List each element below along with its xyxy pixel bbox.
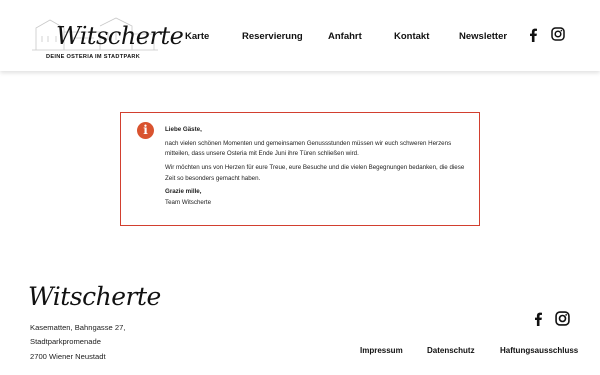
nav-reservierung[interactable]: Reservierung — [242, 31, 303, 42]
footer-facebook-icon[interactable] — [533, 311, 543, 332]
notice-closing: Grazie mille, — [165, 188, 202, 196]
address-line-1: Kasematten, Bahngasse 27, — [30, 323, 126, 332]
nav-newsletter[interactable]: Newsletter — [459, 31, 507, 42]
footer-logo[interactable]: Witscherte — [28, 282, 161, 311]
footer-link-haftungsausschluss[interactable]: Haftungsausschluss — [500, 346, 578, 355]
footer-link-datenschutz[interactable]: Datenschutz — [427, 346, 475, 355]
facebook-icon[interactable] — [528, 28, 538, 47]
footer-link-impressum[interactable]: Impressum — [360, 346, 403, 355]
closing-notice: i Liebe Gäste, nach vielen schönen Momen… — [120, 112, 480, 226]
footer-address: Kasematten, Bahngasse 27, Stadtparkprome… — [30, 321, 125, 364]
info-icon: i — [137, 122, 154, 139]
instagram-icon[interactable] — [551, 27, 565, 46]
notice-paragraph-2: Wir möchten uns von Herzen für eure Treu… — [165, 164, 465, 182]
notice-paragraph-1: nach vielen schönen Momenten und gemeins… — [165, 139, 452, 158]
notice-text: Liebe Gäste, nach vielen schönen Momente… — [165, 125, 465, 208]
brand-logo[interactable]: Witscherte DEINE OSTERIA IM STADTPARK — [30, 12, 184, 64]
address-line-3: 2700 Wiener Neustadt — [30, 351, 106, 361]
nav-karte[interactable]: Karte — [185, 31, 209, 42]
address-line-2: Stadtparkpromenade — [30, 337, 101, 347]
notice-signature: Team Witscherte — [165, 198, 212, 206]
logo-script: Witscherte — [56, 22, 184, 50]
notice-greeting: Liebe Gäste, — [165, 126, 202, 133]
nav-kontakt[interactable]: Kontakt — [394, 31, 429, 42]
footer-instagram-icon[interactable] — [555, 311, 570, 331]
logo-tagline: DEINE OSTERIA IM STADTPARK — [46, 54, 141, 60]
site-header: Witscherte DEINE OSTERIA IM STADTPARK Ka… — [0, 0, 600, 71]
nav-anfahrt[interactable]: Anfahrt — [328, 31, 362, 42]
